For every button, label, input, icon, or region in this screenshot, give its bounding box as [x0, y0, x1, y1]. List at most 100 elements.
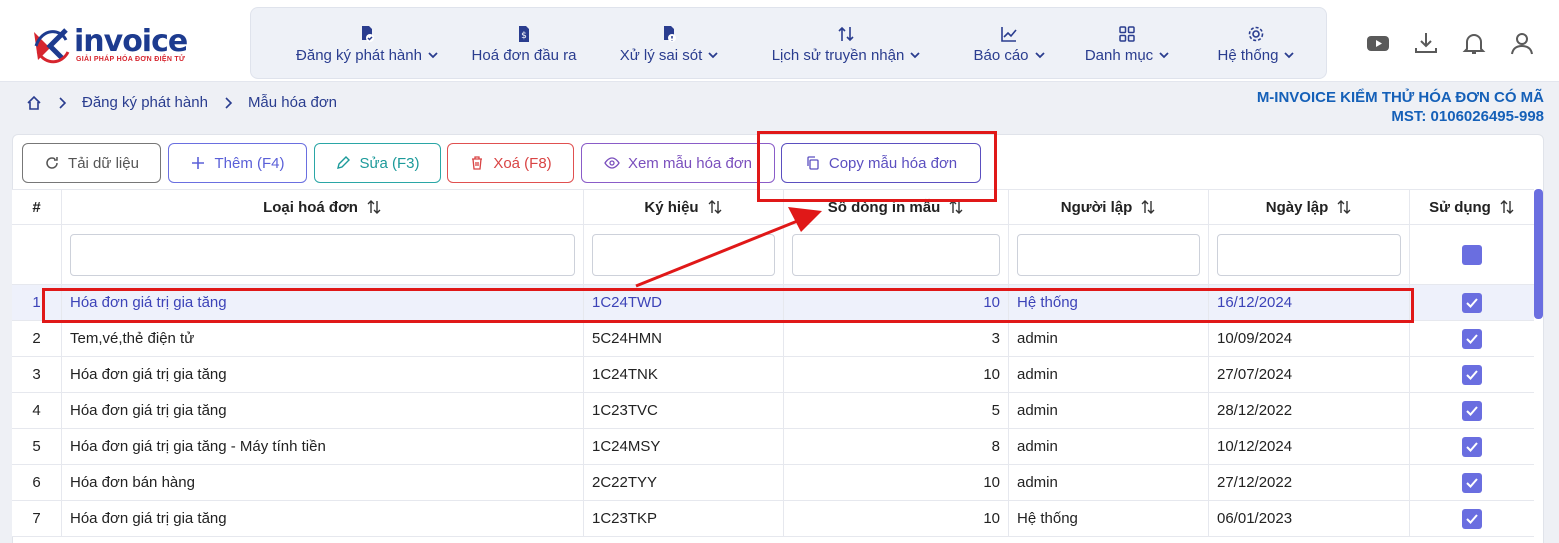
company-tax-code: MST: 0106026495-998 — [1391, 108, 1544, 125]
table-row[interactable]: 4 Hóa đơn giá trị gia tăng 1C23TVC 5 admin 28… — [12, 393, 1534, 429]
cell-symbol: 1C24TNK — [584, 357, 784, 392]
add-button[interactable]: Thêm (F4) — [168, 143, 307, 183]
youtube-icon[interactable] — [1365, 30, 1391, 56]
cell-symbol: 5C24HMN — [584, 321, 784, 356]
delete-label: Xoá (F8) — [493, 154, 552, 172]
table-row[interactable]: 6 Hóa đơn bán hàng 2C22TYY 10 admin 27/12/202… — [12, 465, 1534, 501]
menu-label: Lịch sử truyền nhận — [771, 46, 905, 64]
row-index: 3 — [12, 357, 62, 392]
reload-label: Tải dữ liệu — [68, 154, 139, 172]
company-name: M-INVOICE KIỂM THỬ HÓA ĐƠN CÓ MÃ — [1256, 89, 1544, 106]
column-header-in-use[interactable]: Sử dụng — [1410, 190, 1534, 224]
sort-icon[interactable] — [1140, 199, 1156, 215]
cell-created-date: 16/12/2024 — [1209, 285, 1410, 320]
in-use-checkbox[interactable] — [1462, 436, 1482, 457]
home-icon[interactable] — [26, 95, 42, 111]
vertical-scrollbar[interactable] — [1534, 189, 1543, 319]
menu-item-hoa-don-dau-ra[interactable]: $ Hoá đơn đầu ra — [463, 8, 585, 80]
plus-icon — [192, 157, 205, 169]
table-row[interactable]: 7 Hóa đơn giá trị gia tăng 1C23TKP 10 Hệ thố… — [12, 501, 1534, 537]
row-index: 4 — [12, 393, 62, 428]
sort-icon[interactable] — [1336, 199, 1352, 215]
menu-label: Xử lý sai sót — [619, 46, 703, 64]
chevron-down-icon — [428, 52, 438, 59]
sort-icon[interactable] — [366, 199, 382, 215]
menu-item-bao-cao[interactable]: Báo cáo — [959, 8, 1059, 80]
filter-date-input[interactable] — [1217, 233, 1401, 276]
menu-label: Danh mục — [1084, 46, 1154, 64]
table-row[interactable]: 3 Hóa đơn giá trị gia tăng 1C24TNK 10 admin 2… — [12, 357, 1534, 393]
row-index: 2 — [12, 321, 62, 356]
cell-symbol: 1C24TWD — [584, 285, 784, 320]
table-row[interactable]: 1 Hóa đơn giá trị gia tăng 1C24TWD 10 Hệ thố… — [12, 285, 1534, 321]
column-header-symbol[interactable]: Ký hiệu — [584, 190, 784, 224]
column-header-index[interactable]: # — [12, 190, 62, 224]
breadcrumb-item-dang-ky-phat-hanh[interactable]: Đăng ký phát hành — [82, 94, 208, 111]
cell-print-lines: 10 — [784, 357, 1009, 392]
filter-creator-input[interactable] — [1017, 233, 1200, 276]
cell-creator: admin — [1009, 357, 1209, 392]
view-template-button[interactable]: Xem mẫu hóa đơn — [581, 143, 775, 183]
delete-button[interactable]: Xoá (F8) — [447, 143, 574, 183]
cell-invoice-type: Hóa đơn giá trị gia tăng — [62, 285, 584, 320]
breadcrumb: Đăng ký phát hành Mẫu hóa đơn — [26, 94, 337, 111]
sort-icon[interactable] — [1499, 199, 1515, 215]
column-header-created-date[interactable]: Ngày lập — [1209, 190, 1410, 224]
chart-line-icon — [1001, 26, 1017, 42]
download-icon[interactable] — [1413, 30, 1439, 56]
top-bar: invoice GIẢI PHÁP HÓA ĐƠN ĐIỆN TỬ Đăng k… — [0, 0, 1559, 82]
cell-invoice-type: Tem,vé,thẻ điện tử — [62, 321, 584, 356]
column-header-invoice-type[interactable]: Loại hoá đơn — [62, 190, 584, 224]
in-use-checkbox[interactable] — [1462, 472, 1482, 493]
in-use-checkbox[interactable] — [1462, 364, 1482, 385]
chevron-right-icon — [225, 96, 233, 109]
filter-print-lines-input[interactable] — [792, 233, 1000, 276]
cell-symbol: 1C24MSY — [584, 429, 784, 464]
reload-button[interactable]: Tải dữ liệu — [22, 143, 161, 183]
cell-invoice-type: Hóa đơn giá trị gia tăng — [62, 501, 584, 536]
menu-item-he-thong[interactable]: Hệ thống — [1206, 8, 1306, 80]
chevron-down-icon — [1284, 52, 1295, 59]
user-icon[interactable] — [1509, 30, 1535, 56]
sort-icon[interactable] — [707, 199, 723, 215]
cell-created-date: 06/01/2023 — [1209, 501, 1410, 536]
filter-symbol-input[interactable] — [592, 233, 775, 276]
cell-invoice-type: Hóa đơn giá trị gia tăng — [62, 357, 584, 392]
menu-label: Hệ thống — [1217, 46, 1279, 64]
trash-icon — [472, 156, 483, 170]
menu-label: Báo cáo — [973, 46, 1029, 64]
copy-template-button[interactable]: Copy mẫu hóa đơn — [781, 143, 981, 183]
cell-invoice-type: Hóa đơn giá trị gia tăng — [62, 393, 584, 428]
cell-print-lines: 10 — [784, 501, 1009, 536]
file-dollar-icon: $ — [519, 25, 529, 42]
cell-creator: admin — [1009, 393, 1209, 428]
sort-icon[interactable] — [948, 199, 964, 215]
in-use-checkbox[interactable] — [1462, 292, 1482, 313]
checkmark-icon — [1466, 405, 1478, 416]
menu-item-xu-ly-sai-sot[interactable]: Xử lý sai sót — [609, 8, 729, 80]
chevron-down-icon — [910, 52, 920, 59]
menu-item-lich-su-truyen-nhan[interactable]: Lịch sử truyền nhận — [756, 8, 936, 80]
eye-icon — [604, 157, 620, 169]
cell-print-lines: 8 — [784, 429, 1009, 464]
checkmark-icon — [1466, 513, 1478, 524]
edit-button[interactable]: Sửa (F3) — [314, 143, 441, 183]
row-index: 1 — [12, 285, 62, 320]
logo[interactable]: invoice GIẢI PHÁP HÓA ĐƠN ĐIỆN TỬ — [28, 22, 198, 68]
in-use-checkbox[interactable] — [1462, 328, 1482, 349]
filter-in-use-checkbox[interactable] — [1462, 244, 1482, 265]
bell-icon[interactable] — [1461, 30, 1487, 56]
column-header-creator[interactable]: Người lập — [1009, 190, 1209, 224]
in-use-checkbox[interactable] — [1462, 400, 1482, 421]
cell-in-use — [1410, 285, 1534, 320]
menu-item-danh-muc[interactable]: Danh mục — [1077, 8, 1177, 80]
view-template-label: Xem mẫu hóa đơn — [627, 154, 753, 172]
filter-invoice-type-input[interactable] — [70, 233, 575, 276]
in-use-checkbox[interactable] — [1462, 508, 1482, 529]
menu-item-dang-ky-phat-hanh[interactable]: Đăng ký phát hành — [276, 8, 458, 80]
column-header-print-lines[interactable]: Số dòng in mẫu — [784, 190, 1009, 224]
table-row[interactable]: 2 Tem,vé,thẻ điện tử 5C24HMN 3 admin 10/09/20… — [12, 321, 1534, 357]
table-row[interactable]: 5 Hóa đơn giá trị gia tăng - Máy tính tiề… — [12, 429, 1534, 465]
cell-in-use — [1410, 501, 1534, 536]
row-index: 6 — [12, 465, 62, 500]
